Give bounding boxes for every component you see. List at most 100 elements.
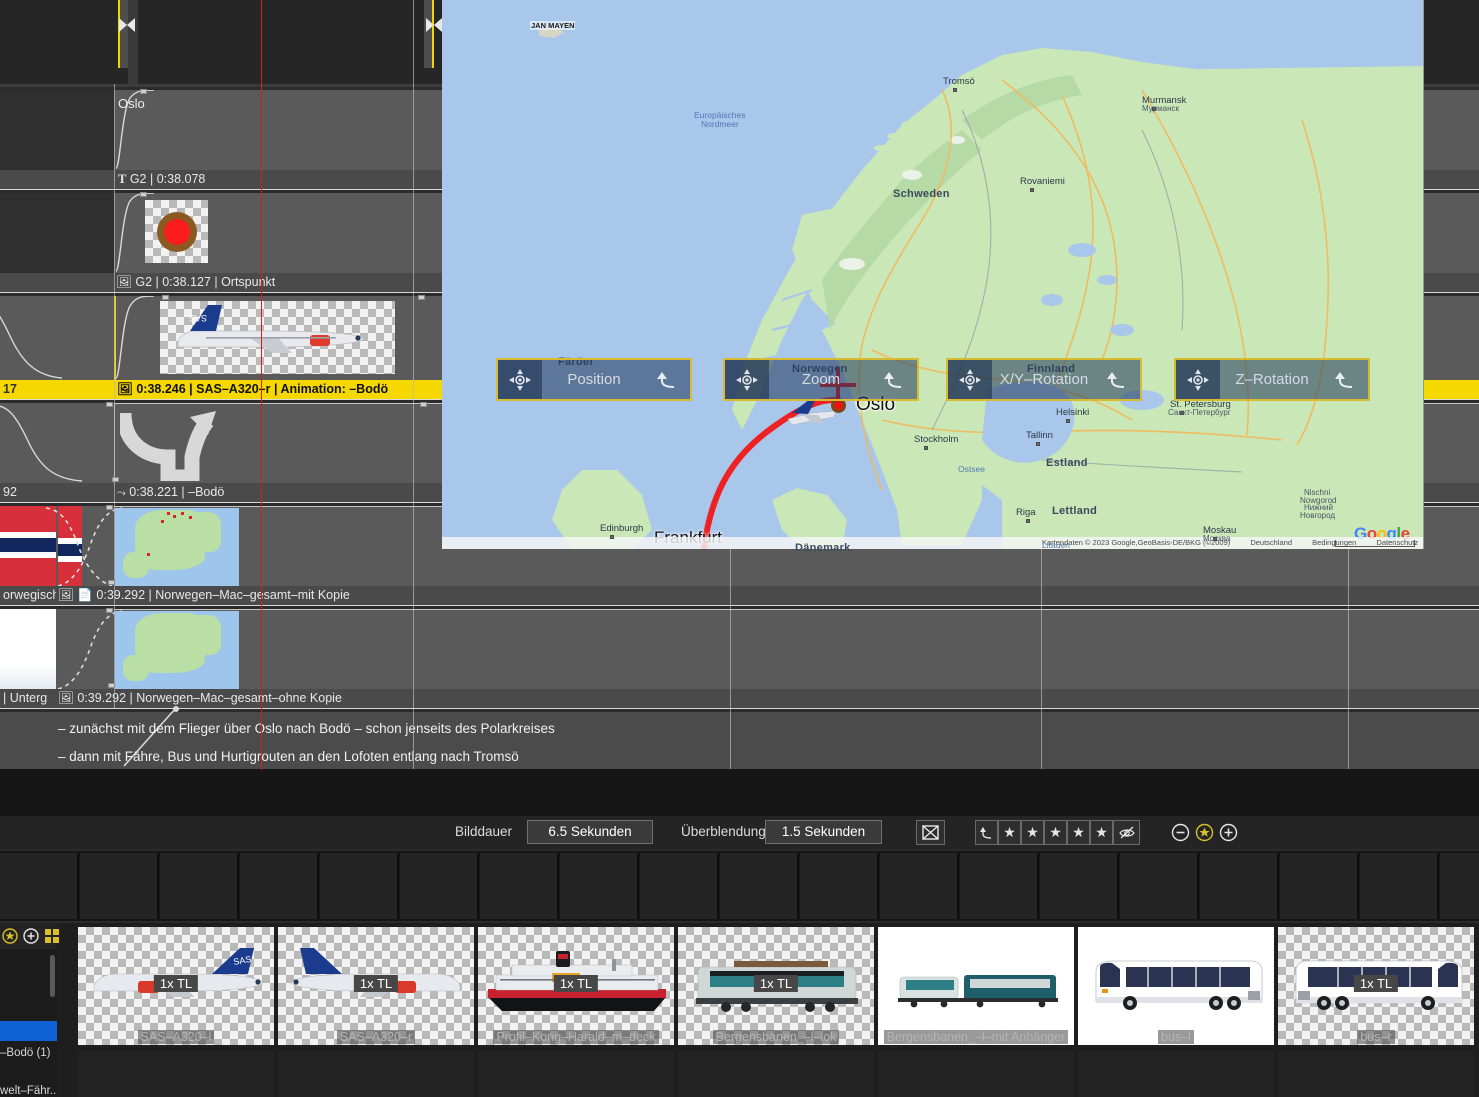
playhead[interactable] bbox=[261, 0, 262, 770]
tree-item-selected[interactable] bbox=[0, 1021, 57, 1041]
scrubber-grip[interactable] bbox=[128, 0, 138, 84]
media-item[interactable]: Bergensbanen_–l–mit Anhänger bbox=[878, 927, 1077, 1045]
clip-thumbnail-ortspunkt[interactable] bbox=[145, 200, 208, 263]
media-item-slot-empty[interactable] bbox=[1278, 1051, 1477, 1097]
reset-icon[interactable] bbox=[646, 360, 690, 399]
filmstrip-cell[interactable] bbox=[80, 853, 159, 919]
media-library-grid[interactable]: SAS1x TLSAS–A320–l1x TLSAS–A320–r1x TLPr… bbox=[78, 923, 1479, 1097]
transform-button-z-rotation[interactable]: Z–Rotation bbox=[1174, 358, 1370, 401]
rating-star-5-button[interactable]: ★ bbox=[1090, 820, 1113, 845]
tree-item-welt-faehr[interactable]: welt–Fähr... bbox=[0, 1085, 57, 1097]
transform-button-zoom[interactable]: Zoom bbox=[723, 358, 919, 401]
filmstrip-cell[interactable] bbox=[320, 853, 399, 919]
white-thumbnail[interactable] bbox=[0, 609, 56, 689]
filmstrip-cell[interactable] bbox=[480, 853, 559, 919]
reset-icon[interactable] bbox=[873, 360, 917, 399]
map-preview[interactable]: Oslo Frankfurt Google Kartendaten © 2023… bbox=[442, 0, 1424, 549]
duration-value[interactable]: 6.5 Sekunden bbox=[528, 821, 652, 843]
transition-field[interactable]: 1.5 Sekunden bbox=[765, 820, 882, 844]
favorite-star-icon[interactable] bbox=[2, 928, 18, 944]
keyframe-handle[interactable] bbox=[140, 89, 147, 94]
hide-button[interactable] bbox=[1113, 820, 1140, 845]
filmstrip-row[interactable] bbox=[0, 851, 1479, 921]
rating-star-1-button[interactable]: ★ bbox=[998, 820, 1021, 845]
filmstrip-cell[interactable] bbox=[800, 853, 879, 919]
clip-thumbnail-sas-a320-r[interactable]: SAS bbox=[160, 301, 395, 374]
filmstrip-cell[interactable] bbox=[400, 853, 479, 919]
clip-body[interactable] bbox=[114, 609, 1479, 689]
media-item-slot-empty[interactable] bbox=[878, 1051, 1077, 1097]
keyframe-handle[interactable] bbox=[418, 295, 425, 300]
media-item[interactable]: SAS1x TLSAS–A320–l bbox=[78, 927, 277, 1045]
filmstrip-cell[interactable] bbox=[240, 853, 319, 919]
keyframe-handle[interactable] bbox=[108, 580, 115, 585]
zoom-fit-button[interactable] bbox=[1193, 820, 1216, 845]
keyframe-handle[interactable] bbox=[106, 402, 113, 407]
filmstrip-cell[interactable] bbox=[560, 853, 639, 919]
move-handle-icon[interactable] bbox=[1176, 360, 1220, 399]
tree-item-bodoe[interactable]: –Bodö (1) bbox=[0, 1047, 57, 1059]
track-caption[interactable]: 🖼 0:39.292 | Norwegen–Mac–gesamt–ohne Ko… bbox=[56, 689, 1479, 708]
clip-end-handle[interactable] bbox=[424, 0, 434, 68]
filmstrip-cell[interactable] bbox=[1280, 853, 1359, 919]
attribution-link-0[interactable]: Deutschland bbox=[1250, 537, 1292, 549]
add-icon[interactable] bbox=[23, 928, 39, 944]
media-item[interactable]: 1x TLProfil–Kong–Harald–m–deck bbox=[478, 927, 677, 1045]
clip-thumbnail-map-ohne-kopie[interactable] bbox=[115, 611, 239, 689]
filmstrip-cell[interactable] bbox=[0, 853, 79, 919]
clip-start-handle[interactable] bbox=[118, 0, 128, 68]
media-library-toolbar[interactable] bbox=[0, 923, 57, 949]
move-handle-icon[interactable] bbox=[948, 360, 992, 399]
toolbar[interactable]: Bilddauer 6.5 Sekunden Überblendung 1.5 … bbox=[0, 816, 1479, 849]
filmstrip-cell[interactable] bbox=[1360, 853, 1439, 919]
transform-button-x-y-rotation[interactable]: X/Y–Rotation bbox=[946, 358, 1142, 401]
media-item-slot-empty[interactable] bbox=[478, 1051, 677, 1097]
move-handle-icon[interactable] bbox=[725, 360, 769, 399]
duration-field[interactable]: 6.5 Sekunden bbox=[527, 820, 653, 844]
media-item-slot-empty[interactable] bbox=[78, 1051, 277, 1097]
rating-star-4-button[interactable]: ★ bbox=[1067, 820, 1090, 845]
transform-button-position[interactable]: Position bbox=[496, 358, 692, 401]
filmstrip-cell[interactable] bbox=[1200, 853, 1279, 919]
media-item-slot-empty[interactable] bbox=[278, 1051, 477, 1097]
keyframe-handle[interactable] bbox=[108, 683, 115, 688]
move-handle-icon[interactable] bbox=[498, 360, 542, 399]
filmstrip-cell[interactable] bbox=[880, 853, 959, 919]
filmstrip-cell[interactable] bbox=[1120, 853, 1199, 919]
tree-scrollbar[interactable] bbox=[50, 955, 55, 997]
rating-star-3-button[interactable]: ★ bbox=[1044, 820, 1067, 845]
reset-icon[interactable] bbox=[1324, 360, 1368, 399]
subtitle-band[interactable]: – zunächst mit dem Flieger über Oslo nac… bbox=[0, 712, 1479, 769]
filmstrip-cell[interactable] bbox=[960, 853, 1039, 919]
media-library-sidebar[interactable]: –Bodö (1) welt–Fähr... bbox=[0, 923, 57, 1097]
keyframe-handle[interactable] bbox=[420, 402, 427, 407]
keyframe-handle[interactable] bbox=[140, 192, 147, 197]
filmstrip-cell[interactable] bbox=[1040, 853, 1119, 919]
rating-star-2-button[interactable]: ★ bbox=[1021, 820, 1044, 845]
media-library-tree[interactable]: –Bodö (1) welt–Fähr... bbox=[0, 951, 57, 1097]
filmstrip-cell[interactable] bbox=[640, 853, 719, 919]
media-item[interactable]: 1x TLSAS–A320–r bbox=[278, 927, 477, 1045]
zoom-out-button[interactable] bbox=[1169, 820, 1192, 845]
media-item[interactable]: 1x TLBergensbanen_–l–lok bbox=[678, 927, 877, 1045]
undo-rating-button[interactable] bbox=[975, 820, 998, 845]
transition-value[interactable]: 1.5 Sekunden bbox=[766, 821, 881, 843]
zoom-in-button[interactable] bbox=[1217, 820, 1240, 845]
media-item[interactable]: bus–l bbox=[1078, 927, 1277, 1045]
keyframe-handle[interactable] bbox=[106, 505, 113, 510]
media-item-slot-empty[interactable] bbox=[1078, 1051, 1277, 1097]
grid-view-icon[interactable] bbox=[44, 928, 60, 944]
crossfade-button[interactable] bbox=[916, 820, 945, 845]
clip-thumbnail-map-mit-kopie[interactable] bbox=[115, 508, 239, 586]
filmstrip-cell[interactable] bbox=[1440, 853, 1479, 919]
media-library[interactable]: –Bodö (1) welt–Fähr... SAS1x TLSAS–A320–… bbox=[0, 923, 1479, 1097]
filmstrip-cell[interactable] bbox=[720, 853, 799, 919]
keyframe-handle[interactable] bbox=[112, 477, 119, 482]
keyframe-handle[interactable] bbox=[106, 608, 113, 613]
track-caption[interactable]: 🖼 📄 0:39.292 | Norwegen–Mac–gesamt–mit K… bbox=[56, 586, 1479, 605]
track-norwegen-ohne-kopie[interactable]: | Unterg 🖼 0:39.292 | Norwegen–Mac–gesam… bbox=[0, 609, 1479, 708]
reset-icon[interactable] bbox=[1096, 360, 1140, 399]
media-item[interactable]: 1x TLbus–r bbox=[1278, 927, 1477, 1045]
media-item-slot-empty[interactable] bbox=[678, 1051, 877, 1097]
filmstrip-cell[interactable] bbox=[160, 853, 239, 919]
